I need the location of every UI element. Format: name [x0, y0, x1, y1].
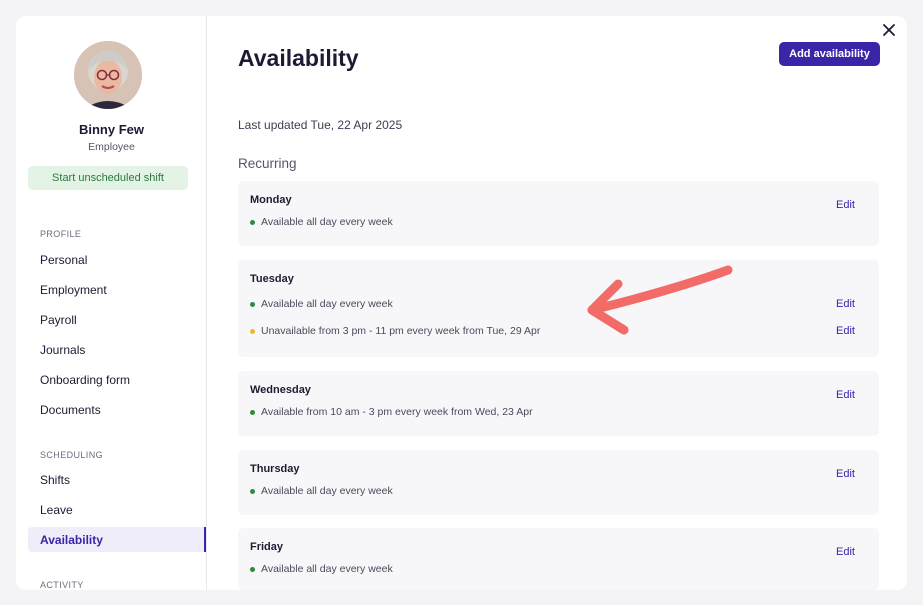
sidebar-item-personal[interactable]: Personal	[28, 247, 206, 272]
edit-wednesday-link[interactable]: Edit	[836, 389, 855, 401]
recurring-heading: Recurring	[238, 156, 297, 171]
availability-slot: Unavailable from 3 pm - 11 pm every week…	[250, 325, 540, 337]
close-icon[interactable]	[880, 21, 898, 39]
day-name: Tuesday	[250, 273, 294, 285]
available-status-icon	[250, 488, 255, 494]
last-updated-text: Last updated Tue, 22 Apr 2025	[238, 118, 403, 132]
arrow-annotation-icon	[587, 265, 733, 335]
available-status-icon	[250, 219, 255, 225]
availability-slot: Available all day every week	[250, 298, 393, 310]
sidebar-item-documents[interactable]: Documents	[28, 397, 206, 422]
availability-content: Availability Add availability Last updat…	[208, 16, 907, 590]
edit-thursday-link[interactable]: Edit	[836, 468, 855, 480]
edit-friday-link[interactable]: Edit	[836, 546, 855, 558]
day-name: Monday	[250, 194, 292, 206]
edit-tuesday-unavailable-link[interactable]: Edit	[836, 325, 855, 337]
sidebar-item-onboarding-form[interactable]: Onboarding form	[28, 367, 206, 392]
day-name: Friday	[250, 541, 284, 553]
sidebar: Binny Few Employee Start unscheduled shi…	[16, 16, 207, 590]
slot-text: Available from 10 am - 3 pm every week f…	[261, 406, 533, 418]
available-status-icon	[250, 409, 255, 415]
availability-slot: Available all day every week	[250, 485, 393, 497]
unavailable-status-icon	[250, 328, 255, 334]
sidebar-item-employment[interactable]: Employment	[28, 277, 206, 302]
availability-modal: Binny Few Employee Start unscheduled shi…	[16, 16, 907, 590]
available-status-icon	[250, 301, 255, 307]
section-label-scheduling: SCHEDULING	[40, 450, 104, 460]
available-status-icon	[250, 566, 255, 572]
edit-monday-link[interactable]: Edit	[836, 199, 855, 211]
sidebar-item-journals[interactable]: Journals	[28, 337, 206, 362]
day-card-friday: Friday Available all day every week Edit	[238, 528, 879, 590]
availability-slot: Available all day every week	[250, 563, 393, 575]
slot-text: Unavailable from 3 pm - 11 pm every week…	[261, 325, 541, 337]
day-name: Wednesday	[250, 384, 311, 396]
section-label-profile: PROFILE	[40, 229, 82, 239]
avatar	[74, 41, 142, 109]
sidebar-item-shifts[interactable]: Shifts	[28, 467, 206, 492]
day-card-monday: Monday Available all day every week Edit	[238, 181, 879, 246]
employee-name: Binny Few	[78, 122, 144, 137]
sidebar-item-leave[interactable]: Leave	[28, 497, 206, 522]
edit-tuesday-available-link[interactable]: Edit	[836, 298, 855, 310]
start-unscheduled-shift-button[interactable]: Start unscheduled shift	[28, 166, 188, 190]
add-availability-button[interactable]: Add availability	[779, 42, 880, 66]
day-card-thursday: Thursday Available all day every week Ed…	[238, 450, 879, 515]
day-card-wednesday: Wednesday Available from 10 am - 3 pm ev…	[238, 371, 879, 436]
page-title: Availability	[238, 45, 359, 71]
slot-text: Available all day every week	[261, 216, 393, 228]
employee-role: Employee	[88, 141, 135, 153]
day-card-tuesday: Tuesday Available all day every week Edi…	[238, 260, 879, 357]
sidebar-item-payroll[interactable]: Payroll	[28, 307, 206, 332]
day-name: Thursday	[250, 463, 300, 475]
availability-slot: Available all day every week	[250, 216, 393, 228]
sidebar-item-availability[interactable]: Availability	[28, 527, 206, 552]
slot-text: Available all day every week	[261, 563, 393, 575]
slot-text: Available all day every week	[261, 298, 393, 310]
section-label-activity: ACTIVITY	[40, 580, 84, 590]
slot-text: Available all day every week	[261, 485, 393, 497]
availability-slot: Available from 10 am - 3 pm every week f…	[250, 406, 533, 418]
